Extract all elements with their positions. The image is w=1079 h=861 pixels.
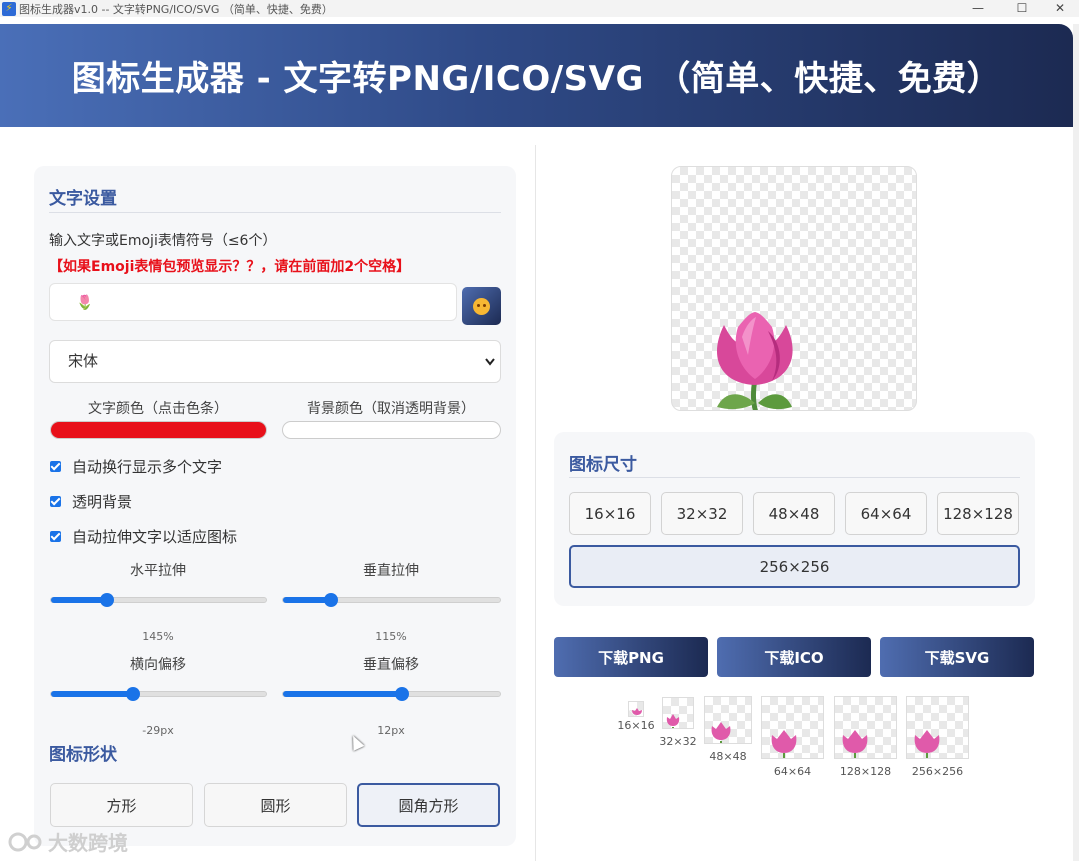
download-ico-button[interactable]: 下载ICO [717, 637, 871, 677]
auto-stretch-checkbox[interactable]: 自动拉伸文字以适应图标 [50, 526, 237, 547]
checkbox-label: 透明背景 [72, 493, 133, 511]
thumbnail-label: 32×32 [659, 735, 697, 748]
text-input[interactable] [50, 284, 456, 320]
thumbnail-label: 128×128 [839, 765, 892, 778]
text-color-picker[interactable] [50, 421, 267, 439]
v-stretch-slider[interactable] [282, 593, 501, 607]
emoji-warning: 【如果Emoji表情包预览显示？？，请在前面加2个空格】 [49, 259, 411, 275]
thumbnail-label: 48×48 [709, 750, 747, 763]
size-64-button[interactable]: 64×64 [845, 492, 927, 535]
download-svg-button[interactable]: 下载SVG [880, 637, 1034, 677]
smiley-icon [473, 297, 490, 315]
text-input-label: 输入文字或Emoji表情符号（≤6个） [49, 233, 277, 249]
transparent-bg-checkbox[interactable]: 透明背景 [50, 491, 132, 512]
icon-preview [671, 166, 917, 411]
h-stretch-label: 水平拉伸 [130, 563, 186, 579]
shape-rounded-button[interactable]: 圆角方形 [357, 783, 500, 827]
size-32-button[interactable]: 32×32 [661, 492, 743, 535]
thumbnail-48 [704, 696, 752, 744]
thumbnail-label: 16×16 [617, 719, 655, 732]
minimize-button[interactable]: — [958, 0, 998, 17]
section-divider [49, 212, 501, 213]
font-select[interactable]: 宋体 [49, 340, 501, 383]
chevron-down-icon [484, 341, 496, 399]
header-banner: 图标生成器 - 文字转PNG/ICO/SVG （简单、快捷、免费） [0, 24, 1073, 127]
checkbox-checked-icon [50, 496, 61, 507]
h-offset-label: 横向偏移 [130, 657, 186, 673]
text-settings-title: 文字设置 [49, 189, 117, 209]
slider-thumb[interactable] [125, 687, 140, 701]
v-offset-value: 12px [377, 724, 405, 737]
thumbnail-256 [906, 696, 969, 759]
icon-shape-title: 图标形状 [49, 745, 117, 765]
page-title: 图标生成器 - 文字转PNG/ICO/SVG （简单、快捷、免费） [71, 59, 1002, 99]
watermark-logo-icon [8, 832, 42, 851]
scrollbar[interactable] [1073, 24, 1079, 861]
thumbnail-label: 64×64 [773, 765, 812, 778]
h-stretch-value: 145% [142, 630, 174, 643]
size-48-button[interactable]: 48×48 [753, 492, 835, 535]
section-divider [569, 477, 1020, 478]
v-stretch-value: 115% [375, 630, 407, 643]
text-input-box[interactable] [49, 283, 457, 321]
checkbox-label: 自动拉伸文字以适应图标 [72, 528, 238, 546]
window-titlebar: ⚡ 图标生成器v1.0 -- 文字转PNG/ICO/SVG （简单、快捷、免费）… [0, 0, 1079, 17]
size-16-button[interactable]: 16×16 [569, 492, 651, 535]
thumbnail-label: 256×256 [911, 765, 964, 778]
app-icon: ⚡ [2, 1, 16, 16]
tulip-icon [716, 312, 793, 410]
close-button[interactable]: ✕ [1040, 0, 1079, 17]
v-offset-slider[interactable] [282, 687, 501, 701]
bg-color-label: 背景颜色（取消透明背景） [307, 401, 475, 417]
column-divider [535, 145, 536, 861]
thumbnail-128 [834, 696, 897, 759]
size-256-button[interactable]: 256×256 [569, 545, 1020, 588]
checkbox-checked-icon [50, 461, 61, 472]
h-stretch-slider[interactable] [50, 593, 267, 607]
thumbnail-64 [761, 696, 824, 759]
thumbnail-16 [628, 701, 644, 717]
slider-thumb[interactable] [323, 593, 338, 607]
checkbox-checked-icon [50, 531, 61, 542]
h-offset-slider[interactable] [50, 687, 267, 701]
slider-thumb[interactable] [99, 593, 114, 607]
thumbnail-32 [662, 697, 694, 729]
watermark-text: 大数跨境 [48, 831, 128, 855]
emoji-picker-button[interactable] [462, 287, 501, 325]
size-128-button[interactable]: 128×128 [937, 492, 1019, 535]
shape-circle-button[interactable]: 圆形 [204, 783, 347, 827]
window-title: 图标生成器v1.0 -- 文字转PNG/ICO/SVG （简单、快捷、免费） [19, 2, 333, 16]
maximize-button[interactable]: ☐ [1002, 0, 1042, 17]
download-png-button[interactable]: 下载PNG [554, 637, 708, 677]
auto-wrap-checkbox[interactable]: 自动换行显示多个文字 [50, 456, 222, 477]
icon-size-title: 图标尺寸 [569, 455, 637, 475]
font-selected-value: 宋体 [68, 352, 99, 370]
text-color-label: 文字颜色（点击色条） [88, 401, 228, 417]
watermark: 大数跨境 [8, 827, 128, 856]
bg-color-picker[interactable] [282, 421, 501, 439]
v-stretch-label: 垂直拉伸 [363, 563, 419, 579]
checkbox-label: 自动换行显示多个文字 [72, 458, 223, 476]
shape-square-button[interactable]: 方形 [50, 783, 193, 827]
h-offset-value: -29px [142, 724, 174, 737]
v-offset-label: 垂直偏移 [363, 657, 419, 673]
